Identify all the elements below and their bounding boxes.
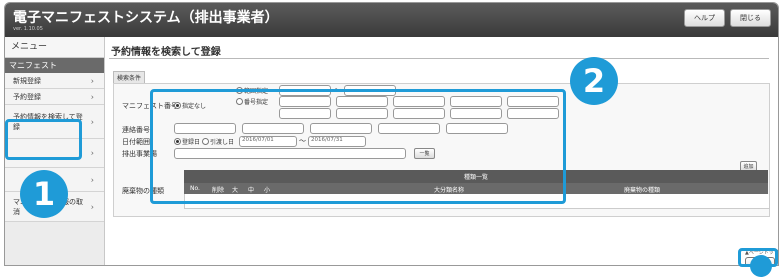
col-delete: 削除 [212, 187, 225, 194]
date-to-value: 2016/07/31 [311, 137, 343, 143]
manifest-no-input[interactable] [336, 108, 388, 119]
waste-grid-title: 種類一覧 [184, 170, 768, 183]
manifest-no-input[interactable] [507, 108, 559, 119]
radio-none[interactable] [174, 102, 181, 109]
step-badge-1: 1 [20, 170, 68, 218]
step-badge-2: 2 [570, 57, 618, 105]
radio-register-date[interactable] [174, 138, 181, 145]
date-from-value: 2016/07/01 [242, 137, 274, 143]
chevron-right-icon: › [90, 92, 94, 101]
site-input[interactable] [174, 148, 406, 159]
radio-number-label: 番号指定 [244, 99, 269, 106]
manifest-no-input[interactable] [279, 108, 331, 119]
manifest-no-input[interactable] [450, 108, 502, 119]
contact-no-input[interactable] [378, 123, 440, 134]
app-title: 電子マニフェストシステム（排出事業者） [13, 10, 279, 26]
date-range-label: 日付範囲 [122, 138, 150, 146]
search-form: マニフェスト番号 指定なし 範囲指定 〜 番号指定 連絡番号 日付範囲 登録日 … [113, 83, 770, 217]
radio-delivery-date[interactable] [202, 138, 209, 145]
main-content: 予約情報を検索して登録 検索条件 マニフェスト番号 指定なし 範囲指定 〜 番号… [105, 37, 778, 265]
contact-no-input[interactable] [174, 123, 236, 134]
contact-no-label: 連絡番号 [122, 126, 150, 134]
sidebar-item-new-registration[interactable]: 新規登録 › [5, 73, 104, 89]
col-medium: 中 [248, 187, 255, 194]
radio-range[interactable] [236, 87, 243, 94]
title-divider [109, 58, 769, 59]
manifest-no-label: マニフェスト番号 [122, 102, 178, 110]
manifest-no-input[interactable] [279, 96, 331, 107]
radio-number[interactable] [236, 98, 243, 105]
sidebar-item-search-reservation[interactable]: 予約情報を検索して登録 › [5, 105, 104, 139]
chevron-right-icon: › [90, 117, 94, 126]
app-header: 電子マニフェストシステム（排出事業者） ver. 1.10.05 ヘルプ 閉じる [5, 3, 778, 37]
menu-title: メニュー [5, 37, 104, 58]
range-to-input[interactable] [344, 85, 396, 96]
manifest-no-input[interactable] [450, 96, 502, 107]
help-button[interactable]: ヘルプ [684, 9, 725, 27]
contact-no-input[interactable] [242, 123, 304, 134]
sidebar-item-4[interactable]: › [5, 139, 104, 168]
menu-section-manifest: マニフェスト [5, 58, 104, 73]
manifest-no-input[interactable] [507, 96, 559, 107]
col-category-name: 大分類名称 [434, 187, 465, 194]
site-list-button[interactable]: 一覧 [414, 148, 435, 159]
chevron-right-icon: › [90, 148, 94, 158]
chevron-right-icon: › [90, 175, 94, 184]
sidebar-item-reservation[interactable]: 予約登録 › [5, 89, 104, 105]
sidebar-menu: メニュー マニフェスト 新規登録 › 予約登録 › 予約情報を検索して登録 › … [5, 37, 105, 265]
date-separator: 〜 [299, 137, 306, 145]
app-window: 電子マニフェストシステム（排出事業者） ver. 1.10.05 ヘルプ 閉じる… [4, 2, 779, 266]
close-button[interactable]: 閉じる [730, 9, 771, 27]
col-large: 大 [232, 187, 239, 194]
tab-search-conditions[interactable]: 検索条件 [113, 71, 146, 83]
sidebar-item-label: 予約登録 [13, 92, 41, 101]
radio-range-label: 範囲指定 [244, 88, 269, 95]
range-separator: 〜 [334, 86, 341, 94]
waste-grid-body [184, 194, 770, 209]
range-from-input[interactable] [279, 85, 331, 96]
manifest-no-input[interactable] [393, 96, 445, 107]
chevron-right-icon: › [90, 202, 94, 211]
radio-none-label: 指定なし [182, 103, 207, 110]
manifest-no-input[interactable] [393, 108, 445, 119]
radio-register-date-label: 登録日 [182, 139, 201, 146]
contact-no-input[interactable] [446, 123, 508, 134]
waste-type-label: 廃棄物の種類 [122, 187, 164, 195]
app-version: ver. 1.10.05 [13, 26, 43, 32]
step-badge-3 [750, 255, 772, 277]
sidebar-item-label: 予約情報を検索して登録 [13, 112, 83, 131]
contact-no-input[interactable] [310, 123, 372, 134]
chevron-right-icon: › [90, 76, 94, 85]
col-small: 小 [264, 187, 271, 194]
col-no: No. [190, 185, 200, 192]
page-title: 予約情報を検索して登録 [111, 47, 221, 58]
sidebar-item-label: 新規登録 [13, 76, 41, 85]
radio-delivery-date-label: 引渡し日 [210, 139, 235, 146]
manifest-no-input[interactable] [336, 96, 388, 107]
site-label: 排出事業場 [122, 150, 157, 158]
col-waste-type: 廃棄物の種類 [624, 187, 661, 194]
waste-grid-header: No. 削除 大 中 小 大分類名称 廃棄物の種類 [184, 183, 768, 194]
